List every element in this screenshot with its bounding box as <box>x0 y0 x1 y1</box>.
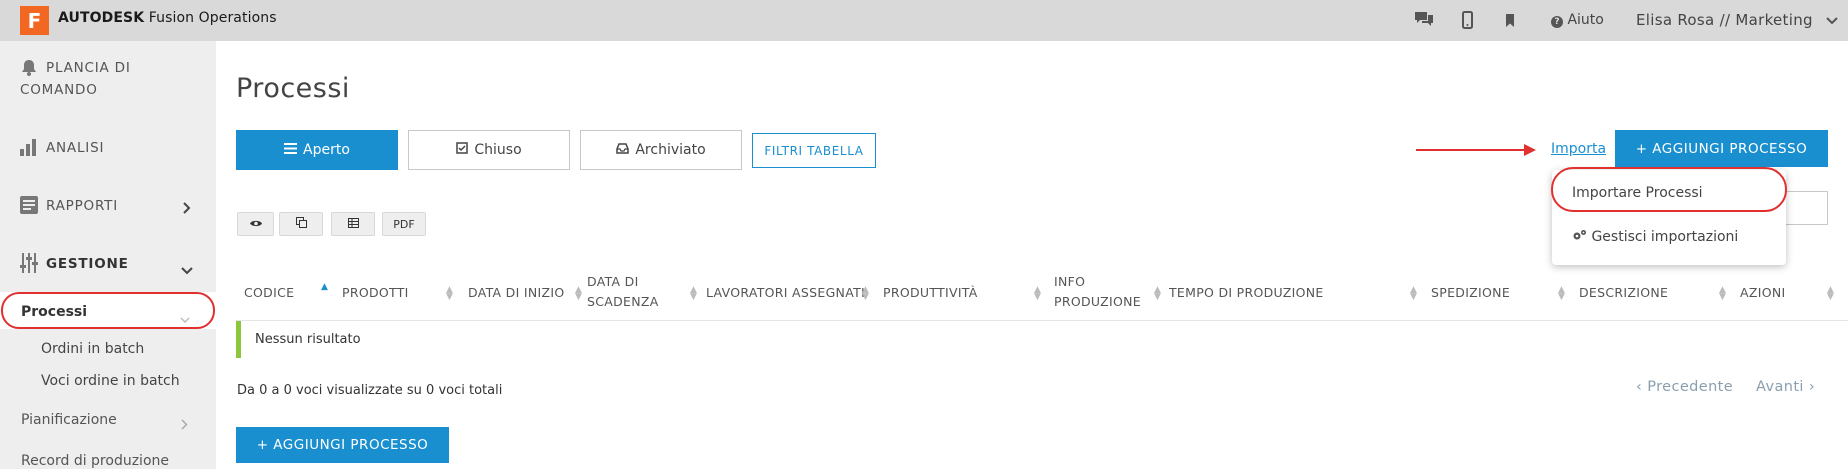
copy-icon <box>295 217 307 231</box>
previous-page-button[interactable]: ‹ Precedente <box>1636 379 1733 395</box>
sort-icon: ▲ ▼ <box>690 285 697 302</box>
import-dropdown: Importare Processi Gestisci importazioni <box>1551 167 1787 265</box>
sidebar-label-record-produzione: Record di produzione <box>21 453 169 469</box>
table-icon <box>347 217 359 231</box>
gears-icon <box>1572 229 1587 245</box>
help-link[interactable]: ? Aiuto <box>1551 12 1604 28</box>
column-header-descrizione[interactable]: DESCRIZIONE <box>1579 283 1668 303</box>
highlight-oval-processi <box>1 292 215 329</box>
search-input[interactable] <box>1786 191 1828 225</box>
bookmark-icon[interactable] <box>1505 14 1515 27</box>
sort-icon: ▲ ▼ <box>1827 285 1834 302</box>
column-header-info-2: PRODUZIONE <box>1054 294 1141 309</box>
top-bar: F AUTODESK Fusion Operations ? Aiuto Eli… <box>0 0 1848 41</box>
column-visibility-button[interactable] <box>237 212 274 236</box>
add-process-button[interactable]: + AGGIUNGI PROCESSO <box>1615 130 1828 167</box>
tab-archiviato[interactable]: Archiviato <box>580 130 742 170</box>
chevron-right-icon <box>183 199 191 218</box>
sort-icon: ▲ ▼ <box>1410 285 1417 302</box>
filter-table-button[interactable]: FILTRI TABELLA <box>752 133 876 168</box>
column-header-data-scadenza-1: DATA DI <box>587 274 639 289</box>
sort-icon: ▲ ▼ <box>862 285 869 302</box>
inbox-icon <box>616 142 630 158</box>
eye-icon <box>249 218 263 231</box>
sidebar-label-gestione: GESTIONE <box>46 256 129 272</box>
sidebar-item-dashboard[interactable]: PLANCIA DI COMANDO <box>20 58 200 102</box>
import-link[interactable]: Importa <box>1551 141 1606 157</box>
sidebar-label-rapporti: RAPPORTI <box>46 198 119 214</box>
copy-button[interactable] <box>279 212 323 236</box>
sidebar: PLANCIA DI COMANDO ANALISI RAPPORTI GEST… <box>0 41 216 469</box>
sidebar-label-pianificazione: Pianificazione <box>21 412 117 428</box>
sort-icon: ▲ ▼ <box>575 285 582 302</box>
sidebar-item-rapporti[interactable]: RAPPORTI <box>20 195 200 219</box>
column-header-lavoratori[interactable]: LAVORATORI ASSEGNATI <box>706 283 865 303</box>
column-header-data-inizio[interactable]: DATA DI INIZIO <box>468 283 564 303</box>
pdf-label: PDF <box>393 217 415 231</box>
column-header-data-scadenza[interactable]: DATA DI SCADENZA <box>587 272 659 312</box>
add-process-button-bottom[interactable]: + AGGIUNGI PROCESSO <box>236 427 449 463</box>
sidebar-item-gestione[interactable]: GESTIONE <box>20 253 200 277</box>
mobile-icon[interactable] <box>1462 11 1473 29</box>
page-title: Processi <box>236 73 350 104</box>
app-title: AUTODESK Fusion Operations <box>58 10 277 26</box>
product-name: Fusion Operations <box>148 10 277 26</box>
sort-icon: ▲ ▼ <box>446 285 453 302</box>
next-page-button[interactable]: Avanti › <box>1756 379 1815 395</box>
table-info: Da 0 a 0 voci visualizzate su 0 voci tot… <box>237 383 503 398</box>
tab-archiviato-label: Archiviato <box>635 142 706 158</box>
bell-icon <box>21 59 37 80</box>
list-icon <box>284 142 298 158</box>
highlight-oval-import <box>1551 167 1787 212</box>
check-square-icon <box>456 142 469 158</box>
table-row: Nessun risultato <box>236 321 1848 358</box>
annotation-arrow <box>1416 144 1536 156</box>
column-header-prodotti[interactable]: PRODOTTI <box>342 283 409 303</box>
column-header-azioni[interactable]: AZIONI <box>1740 283 1785 303</box>
question-icon: ? <box>1551 16 1563 28</box>
sort-icon: ▲ ▼ <box>1719 285 1726 302</box>
tab-aperto[interactable]: Aperto <box>236 130 398 170</box>
app-logo[interactable]: F <box>20 6 49 35</box>
menu-item-manage-imports[interactable]: Gestisci importazioni <box>1572 229 1738 245</box>
column-header-spedizione[interactable]: SPEDIZIONE <box>1431 283 1510 303</box>
chat-icon[interactable] <box>1413 10 1435 28</box>
column-header-produttivita[interactable]: PRODUTTIVITÀ <box>883 283 978 303</box>
column-header-tempo[interactable]: TEMPO DI PRODUZIONE <box>1169 283 1324 303</box>
sidebar-label-ordini-batch: Ordini in batch <box>41 341 145 357</box>
column-header-info-produzione[interactable]: INFO PRODUZIONE <box>1054 272 1141 312</box>
help-label: Aiuto <box>1567 12 1604 28</box>
brand-name: AUTODESK <box>58 10 145 26</box>
sliders-icon <box>20 253 38 277</box>
menu-item-manage-imports-label: Gestisci importazioni <box>1591 229 1739 245</box>
excel-export-button[interactable] <box>331 212 375 236</box>
column-header-codice[interactable]: CODICE <box>244 283 294 303</box>
sort-icon: ▲ ▼ <box>1558 285 1565 302</box>
column-header-info-1: INFO <box>1054 274 1086 289</box>
chevron-right-icon <box>181 415 188 434</box>
sidebar-label-analisi: ANALISI <box>46 140 105 156</box>
chevron-down-icon <box>1826 11 1838 29</box>
logo-letter: F <box>27 8 42 33</box>
tab-chiuso-label: Chiuso <box>474 142 522 158</box>
sort-asc-icon: ▲ <box>321 282 328 292</box>
chevron-down-icon <box>181 260 193 279</box>
empty-message: Nessun risultato <box>255 332 361 347</box>
user-menu[interactable]: Elisa Rosa // Marketing <box>1636 11 1838 29</box>
column-header-data-scadenza-2: SCADENZA <box>587 294 659 309</box>
sidebar-label-dashboard-2: COMANDO <box>20 82 98 98</box>
sidebar-item-analisi[interactable]: ANALISI <box>20 137 200 161</box>
report-icon <box>20 196 38 218</box>
sidebar-label-voci-ordine-batch: Voci ordine in batch <box>41 373 180 389</box>
sort-icon: ▲ ▼ <box>1034 285 1041 302</box>
user-label: Elisa Rosa // Marketing <box>1636 11 1813 29</box>
tab-chiuso[interactable]: Chiuso <box>408 130 570 170</box>
sidebar-label-dashboard-1: PLANCIA DI <box>46 60 131 76</box>
tab-aperto-label: Aperto <box>303 142 350 158</box>
sort-icon: ▲ ▼ <box>1154 285 1161 302</box>
pdf-export-button[interactable]: PDF <box>382 212 426 236</box>
bar-chart-icon <box>20 139 38 160</box>
